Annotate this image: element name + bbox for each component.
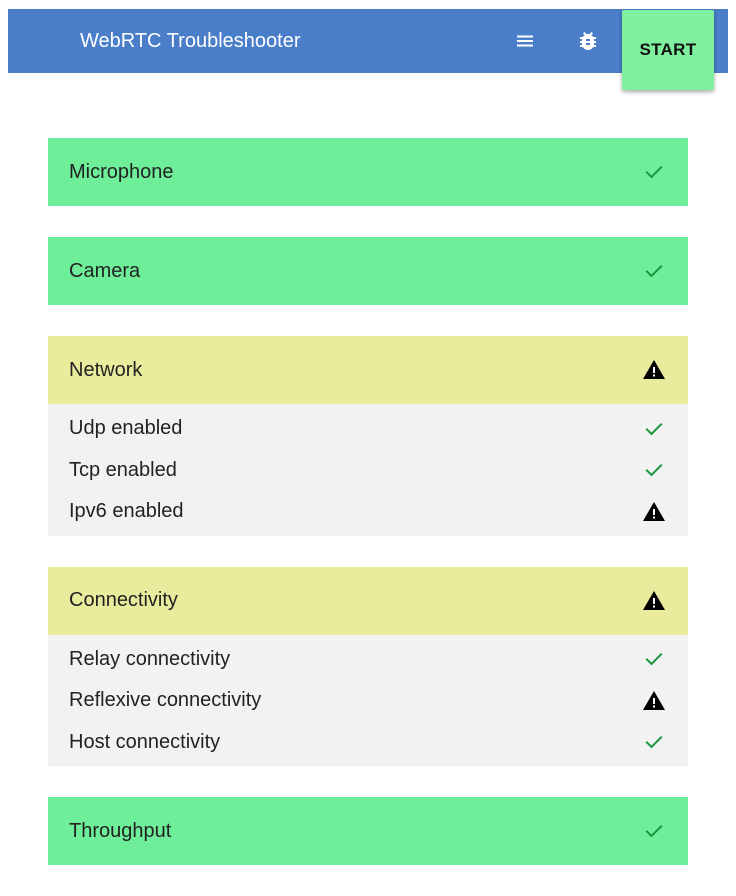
subtest-item: Udp enabled (48, 408, 688, 450)
test-header-throughput[interactable]: Throughput (48, 797, 688, 865)
test-header-network[interactable]: Network (48, 336, 688, 404)
test-card-network: Network Udp enabled Tcp enabled Ipv6 enable… (48, 336, 688, 536)
subtest-label: Tcp enabled (69, 458, 177, 481)
warning-icon (642, 500, 666, 524)
subtest-label: Udp enabled (69, 417, 183, 440)
test-header-camera[interactable]: Camera (48, 237, 688, 305)
test-card-throughput: Throughput (48, 797, 688, 865)
check-icon (642, 160, 666, 184)
warning-icon (642, 589, 666, 613)
check-icon (642, 730, 666, 754)
bug-report-button[interactable] (568, 21, 608, 61)
subtest-list: Udp enabled Tcp enabled Ipv6 enabled (48, 404, 688, 536)
test-header-connectivity[interactable]: Connectivity (48, 566, 688, 635)
subtest-label: Host connectivity (69, 730, 221, 753)
test-card-connectivity: Connectivity Relay connectivity Reflexive … (48, 566, 688, 766)
subtest-label: Ipv6 enabled (69, 500, 184, 523)
menu-button[interactable] (505, 21, 545, 61)
subtest-item: Ipv6 enabled (48, 491, 688, 533)
check-icon (642, 259, 666, 283)
subtest-label: Reflexive connectivity (69, 689, 262, 712)
test-title: Microphone (69, 160, 174, 183)
check-icon (642, 819, 666, 843)
check-icon (642, 458, 666, 482)
test-card-microphone: Microphone (48, 138, 688, 206)
warning-icon (642, 689, 666, 713)
test-title: Camera (69, 259, 141, 282)
test-card-camera: Camera (48, 237, 688, 305)
test-title: Throughput (69, 819, 172, 842)
start-button[interactable]: START (622, 10, 714, 90)
app-bar: WebRTC Troubleshooter START (8, 9, 728, 90)
subtest-list: Relay connectivity Reflexive connectivity… (48, 634, 688, 766)
test-header-microphone[interactable]: Microphone (48, 138, 688, 206)
subtest-label: Relay connectivity (69, 647, 231, 670)
subtest-item: Reflexive connectivity (48, 680, 688, 722)
test-title: Network (69, 358, 143, 381)
check-icon (642, 417, 666, 441)
subtest-item: Relay connectivity (48, 639, 688, 681)
subtest-item: Tcp enabled (48, 450, 688, 492)
menu-icon (517, 35, 533, 47)
app-title: WebRTC Troubleshooter (80, 30, 301, 52)
bug-icon (580, 32, 596, 50)
warning-icon (642, 358, 666, 382)
test-list: Microphone Camera Network Udp enabled Tcp en… (48, 138, 688, 896)
check-icon (642, 647, 666, 671)
test-title: Connectivity (69, 589, 178, 611)
subtest-item: Host connectivity (48, 722, 688, 764)
